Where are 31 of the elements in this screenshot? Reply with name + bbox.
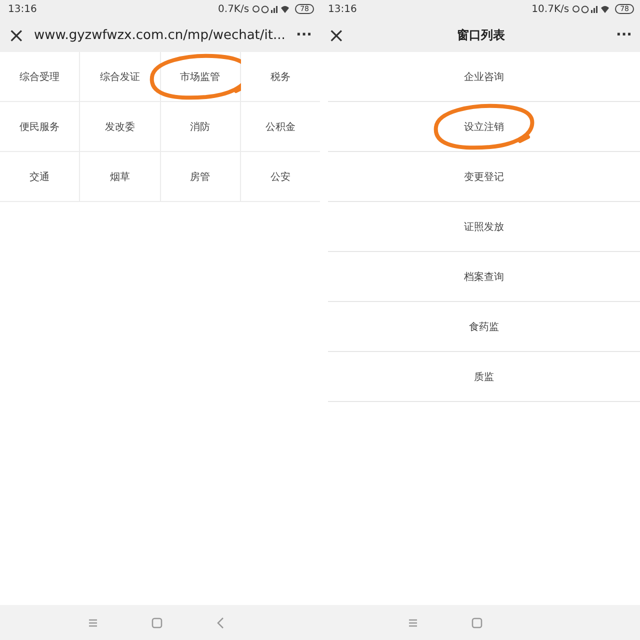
more-button[interactable]: ··· — [616, 27, 632, 43]
service-tile-label[interactable]: 综合发证 — [100, 70, 140, 84]
close-button[interactable]: × — [8, 25, 26, 45]
status-time: 13:16 — [8, 4, 37, 14]
list-item[interactable]: 档案查询 — [464, 270, 504, 284]
list-item[interactable]: 食药监 — [469, 320, 499, 334]
status-time: 13:16 — [328, 4, 357, 14]
service-tile-label[interactable]: 便民服务 — [20, 120, 60, 134]
square-icon[interactable] — [150, 616, 164, 630]
list-item[interactable]: 设立注销 — [464, 120, 504, 134]
service-tile-label[interactable]: 发改委 — [104, 120, 135, 134]
list-item[interactable]: 证照发放 — [464, 220, 504, 234]
square-icon[interactable] — [470, 616, 484, 630]
page-url: www.gyzwfwzx.com.cn/mp/wechat/it... — [34, 28, 286, 42]
service-tile-label[interactable]: 税务 — [270, 70, 290, 84]
service-tile-label[interactable]: 公安 — [270, 170, 290, 184]
list-item[interactable]: 质监 — [474, 370, 494, 384]
list-item[interactable]: 变更登记 — [464, 170, 504, 184]
service-tile-label[interactable]: 消防 — [190, 120, 210, 134]
service-tile-label[interactable]: 交通 — [30, 170, 50, 184]
more-button[interactable]: ··· — [296, 27, 312, 43]
close-button[interactable]: × — [328, 25, 346, 45]
network-speed: 10.7K/s — [532, 4, 570, 14]
service-tile-label[interactable]: 烟草 — [110, 170, 130, 184]
service-tile-label[interactable]: 房管 — [190, 170, 210, 184]
network-speed: 0.7K/s — [218, 4, 250, 14]
service-tile-label[interactable]: 公积金 — [265, 120, 296, 134]
list-item[interactable]: 企业咨询 — [464, 70, 504, 84]
service-tile-label[interactable]: 市场监管 — [180, 70, 220, 84]
service-tile-label[interactable]: 综合受理 — [20, 70, 60, 84]
page-title: 窗口列表 — [456, 26, 506, 44]
